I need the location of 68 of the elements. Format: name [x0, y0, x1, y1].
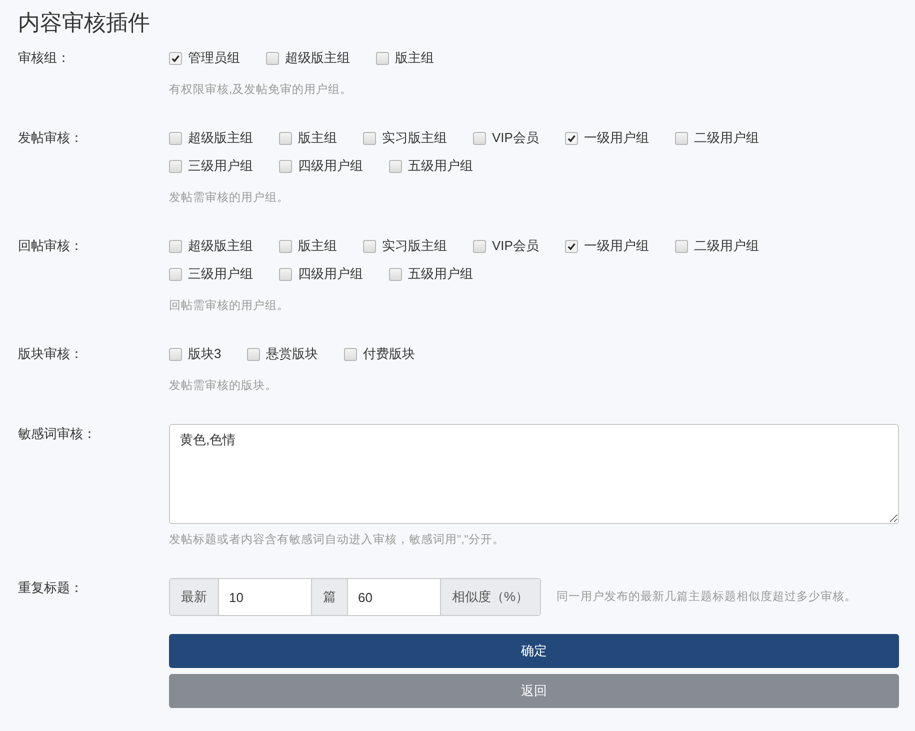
checkbox-option[interactable]: VIP会员 [473, 236, 539, 256]
checkbox[interactable] [169, 348, 182, 360]
help-text: 回帖需审核的用户组。 [169, 298, 290, 314]
help-text: 发帖需审核的版块。 [169, 378, 278, 394]
field-label: 发帖审核： [18, 129, 84, 147]
checkbox-option[interactable]: 超级版主组 [169, 128, 253, 148]
checkbox-option[interactable]: 管理员组 [169, 48, 240, 68]
input-addon: 篇 [312, 579, 347, 615]
field-label: 审核组： [18, 49, 71, 67]
input-addon: 相似度（%） [441, 579, 540, 615]
text-area[interactable]: 黄色,色情 [169, 424, 899, 524]
checkbox-option[interactable]: 二级用户组 [674, 128, 759, 148]
checkbox-option[interactable]: 三级用户组 [169, 156, 253, 176]
field-label: 敏感词审核： [18, 425, 97, 443]
checkbox-option[interactable]: 版主组 [279, 128, 337, 148]
help-text: 有权限审核,及发帖免审的用户组。 [169, 82, 354, 98]
checkbox[interactable] [266, 52, 279, 64]
checkbox-option[interactable]: 五级用户组 [389, 156, 473, 176]
checkbox-option[interactable]: 四级用户组 [279, 156, 363, 176]
checkbox-option[interactable]: 一级用户组 [564, 236, 649, 256]
checkbox-option[interactable]: 五级用户组 [389, 264, 473, 284]
checkbox-option[interactable]: 三级用户组 [169, 264, 253, 284]
checkbox-option[interactable]: 一级用户组 [564, 128, 649, 148]
help-text: 发帖需审核的用户组。 [169, 190, 290, 206]
checkbox[interactable] [169, 160, 182, 172]
checkbox-option[interactable]: 二级用户组 [674, 236, 759, 256]
field-label: 重复标题： [18, 579, 84, 597]
checkbox[interactable] [674, 240, 688, 252]
field-label: 回帖审核： [18, 237, 84, 255]
checkbox[interactable] [363, 132, 376, 144]
checkbox[interactable] [564, 240, 578, 252]
checkbox[interactable] [363, 240, 376, 252]
checkbox[interactable] [279, 268, 292, 280]
checkbox-option[interactable]: 付费版块 [344, 344, 416, 364]
checkbox-option[interactable]: 版主组 [376, 48, 434, 68]
checkbox-option[interactable]: 四级用户组 [279, 264, 363, 284]
page-title: 内容审核插件 [18, 9, 151, 37]
checkbox[interactable] [247, 348, 260, 360]
input-addon: 最新 [170, 579, 218, 615]
checkbox[interactable] [376, 52, 389, 64]
input-field[interactable]: 60 [347, 579, 441, 615]
checkbox-option[interactable]: 实习版主组 [363, 236, 447, 256]
checkbox[interactable] [279, 160, 292, 172]
checkbox[interactable] [169, 240, 182, 252]
checkbox[interactable] [279, 132, 292, 144]
checkbox-option[interactable]: 超级版主组 [169, 236, 253, 256]
help-text: 同一用户发布的最新几篇主题标题相似度超过多少审核。 [556, 589, 857, 605]
checkbox[interactable] [564, 132, 578, 144]
checkbox[interactable] [169, 52, 182, 64]
checkbox-option[interactable]: 超级版主组 [266, 48, 350, 68]
checkbox-option[interactable]: 版主组 [279, 236, 337, 256]
help-text: 发帖标题或者内容含有敏感词自动进入审核，敏感词用","分开。 [169, 532, 506, 548]
checkbox[interactable] [389, 268, 402, 280]
checkbox[interactable] [169, 132, 182, 144]
checkbox[interactable] [389, 160, 402, 172]
checkbox[interactable] [169, 268, 182, 280]
checkbox[interactable] [674, 132, 688, 144]
field-label: 版块审核： [18, 345, 84, 363]
checkbox-option[interactable]: 版块3 [169, 344, 222, 364]
confirm-button[interactable]: 确定 [169, 634, 899, 668]
input-field[interactable]: 10 [218, 579, 312, 615]
checkbox[interactable] [344, 348, 358, 360]
checkbox-option[interactable]: VIP会员 [473, 128, 539, 148]
checkbox[interactable] [279, 240, 292, 252]
checkbox-option[interactable]: 悬赏版块 [247, 344, 318, 364]
checkbox-option[interactable]: 实习版主组 [363, 128, 447, 148]
checkbox[interactable] [473, 240, 486, 252]
checkbox[interactable] [473, 132, 486, 144]
